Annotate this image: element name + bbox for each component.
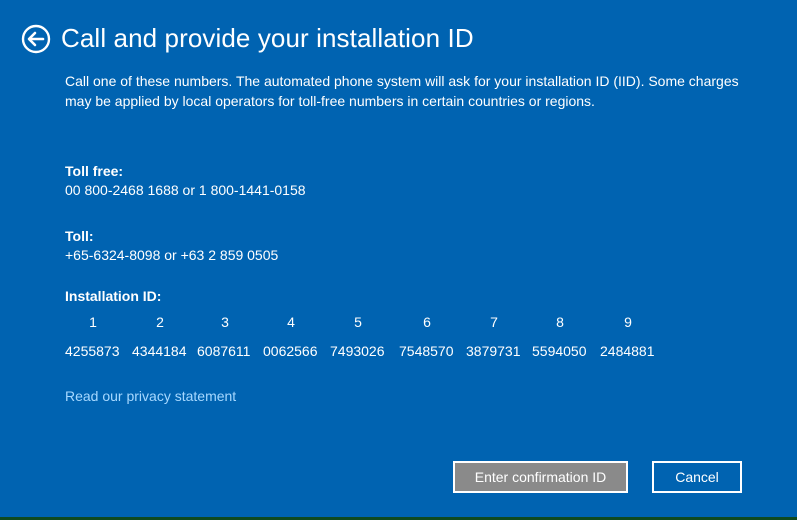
iid-group: 4 0062566 xyxy=(263,313,323,360)
iid-group-value: 5594050 xyxy=(532,343,587,359)
iid-group-number: 3 xyxy=(221,314,229,330)
iid-group-value: 4255873 xyxy=(65,343,120,359)
toll-numbers: +65-6324-8098 or +63 2 859 0505 xyxy=(65,247,279,263)
back-arrow-circle-icon xyxy=(21,24,51,54)
iid-group-number: 9 xyxy=(624,314,632,330)
iid-group: 5 7493026 xyxy=(330,313,390,360)
iid-group-number: 1 xyxy=(89,314,97,330)
iid-group-number: 4 xyxy=(287,314,295,330)
iid-group-number: 6 xyxy=(423,314,431,330)
toll-free-label: Toll free: xyxy=(65,163,124,179)
activation-dialog: Call and provide your installation ID Ca… xyxy=(0,0,797,517)
privacy-statement-link[interactable]: Read our privacy statement xyxy=(65,387,236,405)
iid-group: 1 4255873 xyxy=(65,313,125,360)
enter-confirmation-id-button[interactable]: Enter confirmation ID xyxy=(453,461,628,493)
toll-free-numbers: 00 800-2468 1688 or 1 800-1441-0158 xyxy=(65,182,306,198)
iid-group-value: 3879731 xyxy=(466,343,521,359)
iid-group: 3 6087611 xyxy=(197,313,257,360)
iid-group-number: 5 xyxy=(354,314,362,330)
iid-group-value: 7548570 xyxy=(399,343,454,359)
iid-group: 7 3879731 xyxy=(466,313,526,360)
iid-group-number: 7 xyxy=(490,314,498,330)
cancel-button[interactable]: Cancel xyxy=(652,461,742,493)
iid-group: 2 4344184 xyxy=(132,313,192,360)
iid-group: 8 5594050 xyxy=(532,313,592,360)
iid-group: 9 2484881 xyxy=(600,313,660,360)
iid-group: 6 7548570 xyxy=(399,313,459,360)
iid-group-number: 8 xyxy=(556,314,564,330)
iid-group-value: 6087611 xyxy=(197,343,251,359)
iid-group-value: 4344184 xyxy=(132,343,187,359)
iid-group-value: 2484881 xyxy=(600,343,655,359)
page-title: Call and provide your installation ID xyxy=(61,23,474,53)
iid-group-number: 2 xyxy=(156,314,164,330)
toll-label: Toll: xyxy=(65,228,94,244)
iid-group-value: 7493026 xyxy=(330,343,385,359)
iid-group-value: 0062566 xyxy=(263,343,318,359)
back-button[interactable] xyxy=(21,24,51,54)
installation-id-label: Installation ID: xyxy=(65,288,162,304)
instructions-text: Call one of these numbers. The automated… xyxy=(65,73,739,109)
